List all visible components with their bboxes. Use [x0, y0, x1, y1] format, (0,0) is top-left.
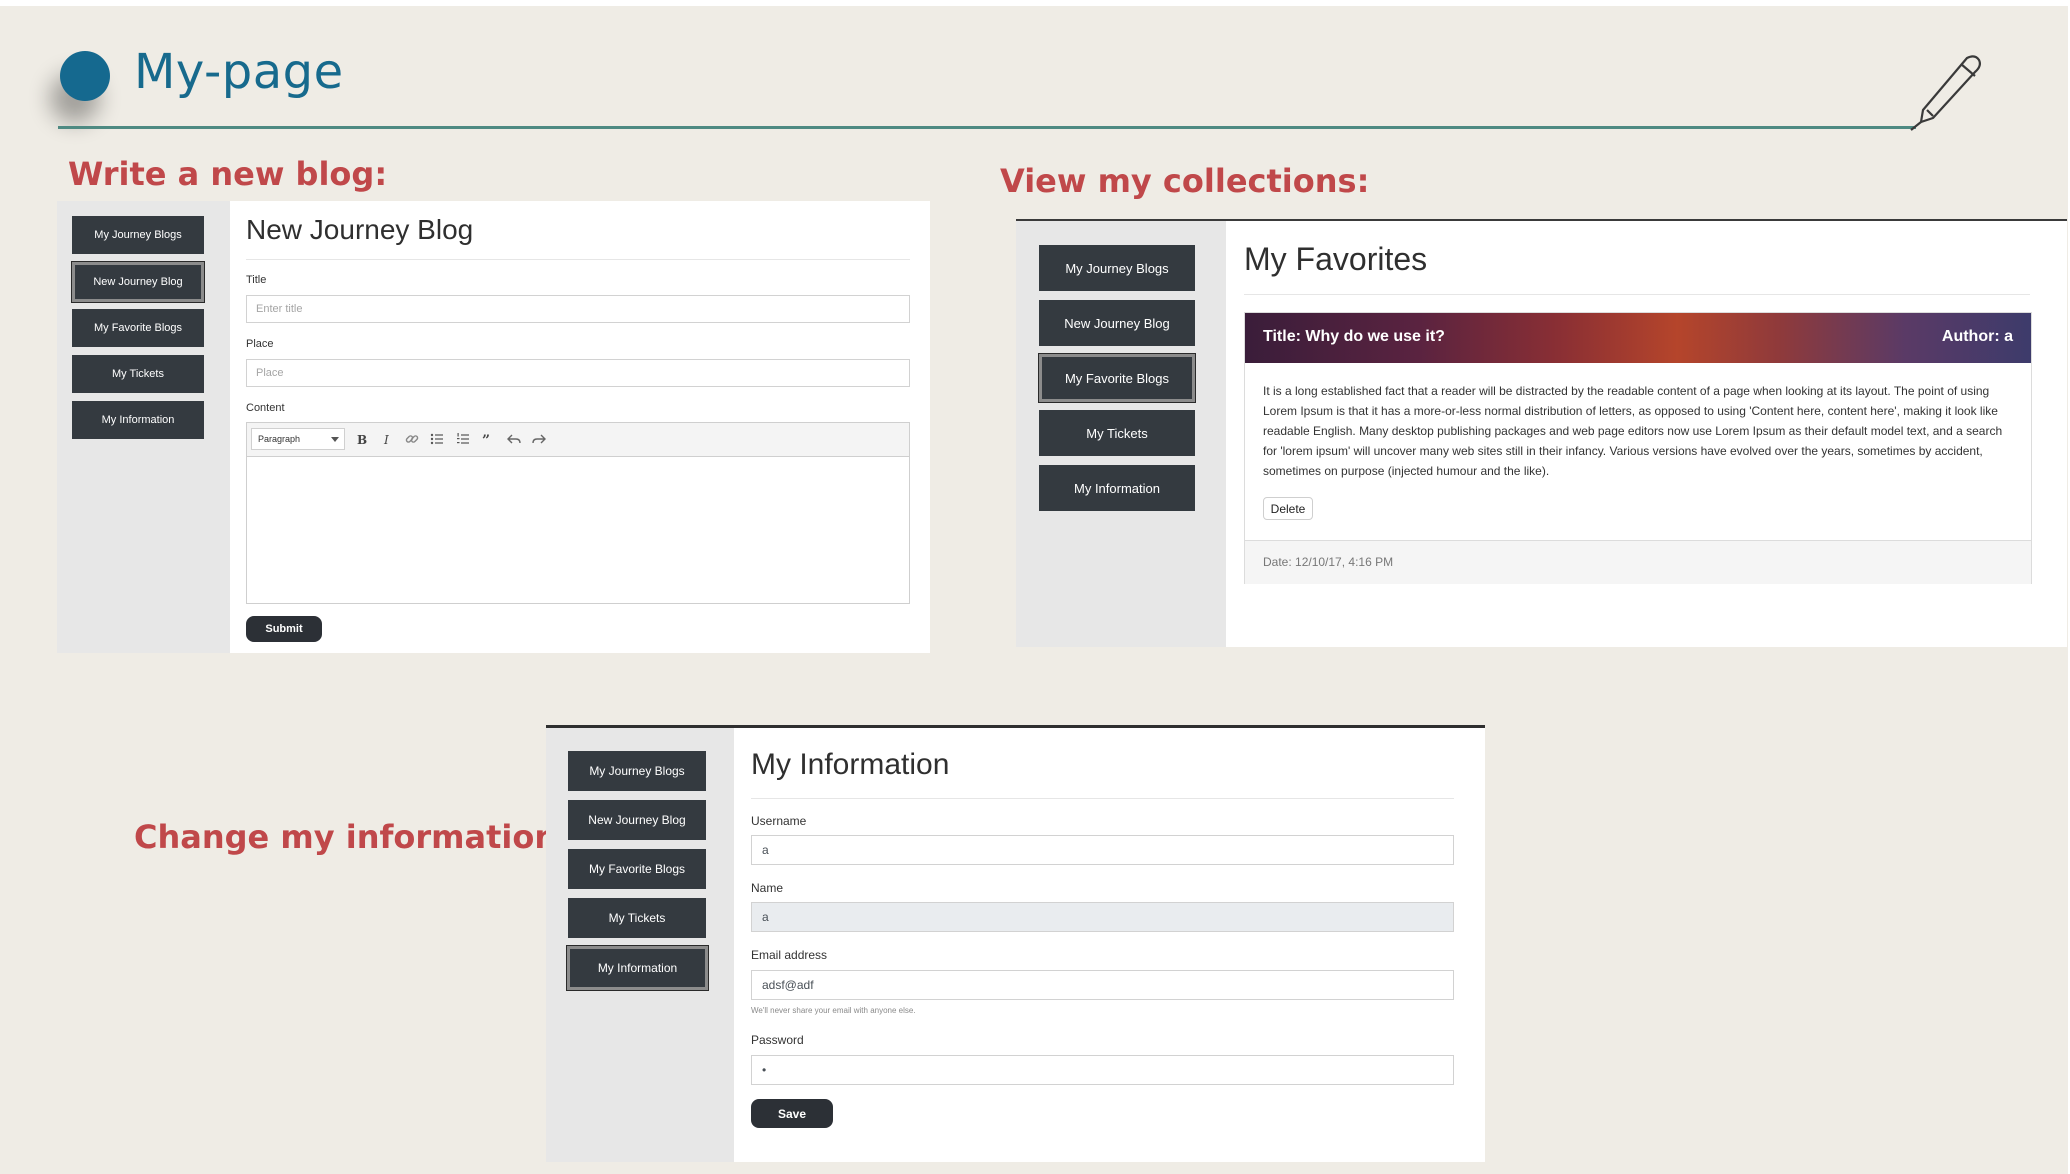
italic-icon[interactable]: I [380, 432, 394, 446]
card-title: Title: Why do we use it? [1263, 328, 1445, 345]
email-label: Email address [751, 948, 828, 962]
delete-button[interactable]: Delete [1263, 497, 1313, 520]
chevron-down-icon [331, 437, 339, 442]
sidebar-item-my-journey-blogs[interactable]: My Journey Blogs [72, 216, 204, 254]
sidebar-item-my-information[interactable]: My Information [1039, 465, 1195, 511]
link-icon[interactable] [405, 432, 419, 446]
svg-text:I: I [383, 433, 389, 446]
undo-icon[interactable] [507, 432, 521, 446]
place-label: Place [246, 338, 274, 350]
save-button[interactable]: Save [751, 1099, 833, 1128]
name-input: a [751, 902, 1454, 932]
pen-icon [1910, 55, 1981, 131]
page-title: My-page [134, 44, 344, 100]
editor-content-area[interactable] [247, 457, 909, 603]
sidebar-item-my-journey-blogs[interactable]: My Journey Blogs [568, 751, 706, 791]
sidebar-item-my-favorite-blogs[interactable]: My Favorite Blogs [1039, 354, 1195, 402]
divider [246, 259, 910, 260]
email-input[interactable]: adsf@adf [751, 970, 1454, 1000]
email-value: adsf@adf [762, 978, 814, 992]
sidebar-item-my-favorite-blogs[interactable]: My Favorite Blogs [568, 849, 706, 889]
sidebar-item-my-information[interactable]: My Information [567, 946, 708, 990]
title-label: Title [246, 274, 267, 286]
divider [751, 798, 1454, 799]
sidebar-item-my-tickets[interactable]: My Tickets [568, 898, 706, 938]
rich-text-editor: Paragraph B I ” [246, 422, 910, 604]
content-label: Content [246, 402, 285, 414]
block-format-select[interactable]: Paragraph [251, 428, 345, 450]
favorites-heading: My Favorites [1244, 241, 1428, 277]
bulleted-list-icon[interactable] [430, 432, 444, 446]
card-footer: Date: 12/10/17, 4:16 PM [1245, 540, 2031, 584]
submit-button[interactable]: Submit [246, 616, 322, 642]
sidebar: My Journey Blogs New Journey Blog My Fav… [1016, 221, 1226, 647]
title-divider [58, 126, 1916, 129]
editor-toolbar: Paragraph B I ” [247, 423, 909, 457]
favorites-panel: My Journey Blogs New Journey Blog My Fav… [1016, 219, 2067, 647]
favorite-blog-card: Title: Why do we use it? Author: a It is… [1244, 312, 2032, 584]
new-blog-heading: New Journey Blog [246, 214, 474, 245]
username-input[interactable]: a [751, 835, 1454, 865]
sidebar-item-new-journey-blog[interactable]: New Journey Blog [72, 262, 204, 302]
title-input[interactable]: Enter title [246, 295, 910, 323]
section-heading-collections: View my collections: [1000, 162, 1370, 200]
sidebar-item-my-tickets[interactable]: My Tickets [72, 355, 204, 393]
card-header: Title: Why do we use it? Author: a [1245, 313, 2031, 363]
card-body-text: It is a long established fact that a rea… [1263, 384, 2003, 478]
password-label: Password [751, 1033, 804, 1047]
title-bullet [60, 51, 110, 101]
sidebar-item-new-journey-blog[interactable]: New Journey Blog [568, 800, 706, 840]
sidebar-item-my-favorite-blogs[interactable]: My Favorite Blogs [72, 309, 204, 347]
svg-text:B: B [357, 433, 367, 446]
blockquote-icon[interactable]: ” [481, 432, 495, 446]
numbered-list-icon[interactable] [456, 432, 470, 446]
section-heading-info: Change my information: [134, 818, 570, 856]
sidebar-item-my-information[interactable]: My Information [72, 401, 204, 439]
section-heading-write: Write a new blog: [68, 155, 388, 193]
email-help-text: We'll never share your email with anyone… [751, 1006, 916, 1015]
password-value: • [762, 1063, 767, 1077]
redo-icon[interactable] [532, 432, 546, 446]
username-label: Username [751, 814, 807, 828]
block-format-value: Paragraph [258, 434, 301, 444]
name-label: Name [751, 881, 784, 895]
divider [1244, 294, 2030, 295]
place-input[interactable]: Place [246, 359, 910, 387]
card-date: Date: 12/10/17, 4:16 PM [1263, 555, 1394, 569]
slide-top-border [0, 0, 2070, 6]
bold-icon[interactable]: B [355, 432, 369, 446]
my-information-heading: My Information [751, 748, 950, 781]
my-information-panel: My Journey Blogs New Journey Blog My Fav… [546, 725, 1485, 1162]
password-input[interactable]: • [751, 1055, 1454, 1085]
card-author: Author: a [1941, 328, 2013, 345]
username-value: a [762, 843, 769, 857]
sidebar: My Journey Blogs New Journey Blog My Fav… [546, 728, 734, 1162]
place-placeholder: Place [256, 367, 284, 379]
name-value: a [762, 910, 769, 924]
sidebar-item-new-journey-blog[interactable]: New Journey Blog [1039, 300, 1195, 346]
svg-text:”: ” [482, 433, 490, 446]
title-placeholder: Enter title [256, 303, 303, 315]
sidebar: My Journey Blogs New Journey Blog My Fav… [57, 201, 230, 653]
sidebar-item-my-journey-blogs[interactable]: My Journey Blogs [1039, 245, 1195, 291]
new-blog-panel: My Journey Blogs New Journey Blog My Fav… [57, 201, 930, 653]
sidebar-item-my-tickets[interactable]: My Tickets [1039, 410, 1195, 456]
